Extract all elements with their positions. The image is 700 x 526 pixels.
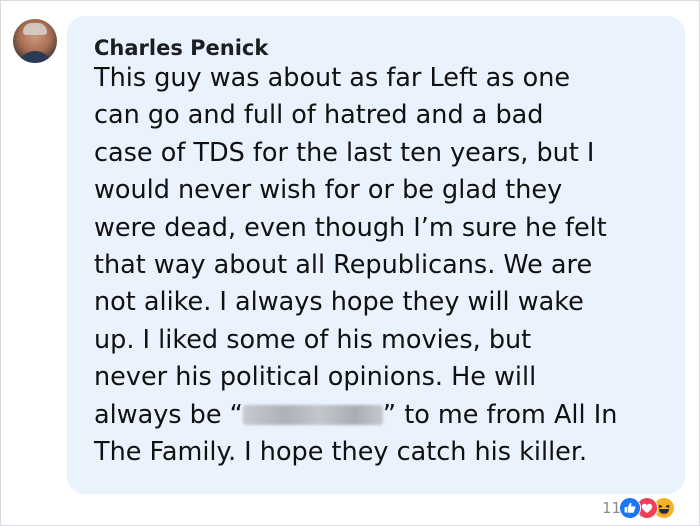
comment-line: not alike. I always hope they will wake bbox=[94, 287, 584, 318]
comment-line: This guy was about as far Left as one bbox=[94, 63, 571, 93]
comment-bubble: Charles Penick This guy was about as far… bbox=[67, 16, 685, 494]
comment-line: were dead, even though I’m sure he felt bbox=[94, 212, 607, 243]
comment-line: never his political opinions. He will bbox=[94, 362, 537, 393]
comment-line: case of TDS for the last ten years, but … bbox=[94, 137, 595, 168]
reaction-summary[interactable]: 11 bbox=[602, 497, 676, 519]
comment-line: can go and full of hatred and a bad bbox=[94, 100, 544, 131]
comment-line: that way about all Republicans. We are bbox=[94, 250, 593, 281]
comment-card: Charles Penick This guy was about as far… bbox=[0, 0, 700, 526]
avatar[interactable] bbox=[13, 19, 57, 63]
avatar-hair bbox=[23, 23, 47, 35]
comment-line: up. I liked some of his movies, but bbox=[94, 324, 532, 355]
comment-line-segment: ” to me from All In bbox=[382, 399, 618, 430]
comment-text: This guy was about as far Left as one ca… bbox=[94, 60, 617, 471]
avatar-shirt bbox=[17, 51, 53, 63]
like-icon bbox=[619, 497, 642, 519]
redacted-name-blur bbox=[242, 404, 383, 425]
comment-line: would never wish for or be glad they bbox=[94, 175, 563, 206]
comment-line: always be “ ” to me from All In bbox=[94, 397, 617, 434]
comment-line: The Family. I hope they catch his killer… bbox=[94, 437, 588, 468]
comment-author[interactable]: Charles Penick bbox=[94, 35, 268, 61]
comment-line-segment: always be “ bbox=[94, 399, 243, 430]
